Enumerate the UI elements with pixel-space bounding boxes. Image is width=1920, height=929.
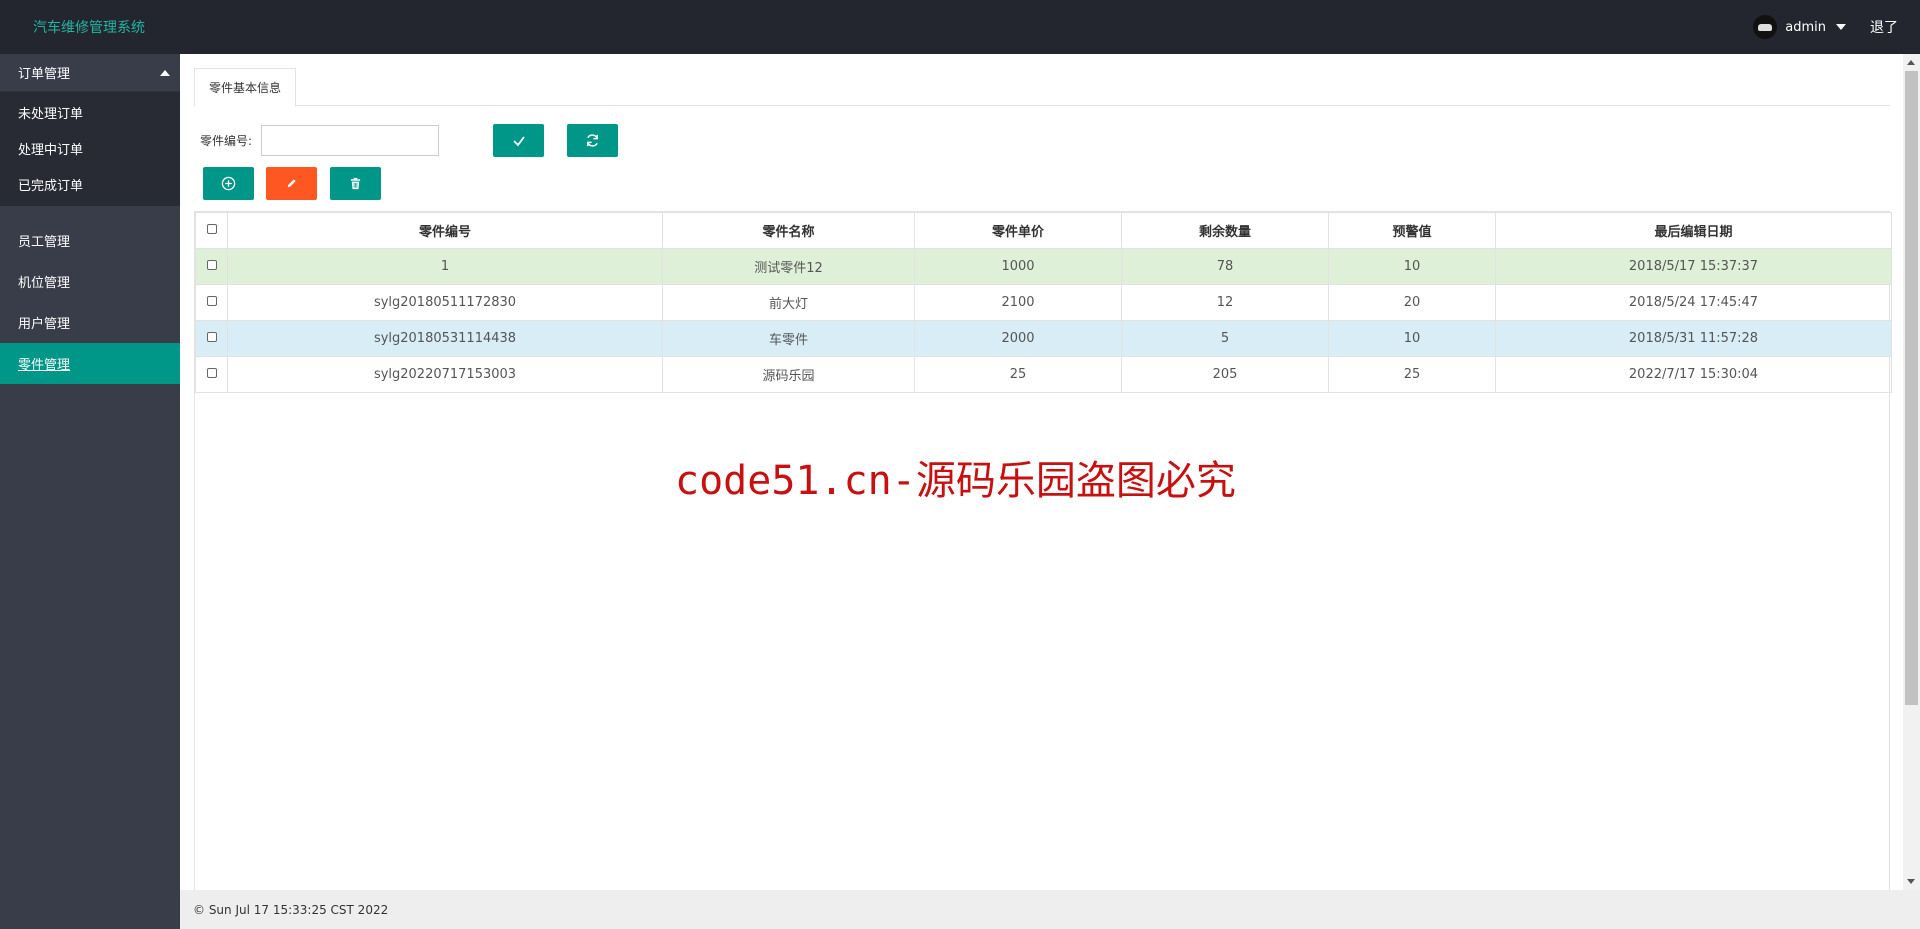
chevron-down-icon[interactable] [1836,24,1846,30]
sidebar-item-workstations[interactable]: 机位管理 [0,261,180,302]
search-label: 零件编号: [200,134,253,148]
refresh-icon [587,134,598,147]
cell-unit-price: 2000 [914,320,1122,357]
cell-last-edited: 2018/5/24 17:45:47 [1495,284,1892,321]
search-row: 零件编号: [200,125,440,156]
cell-last-edited: 2022/7/17 15:30:04 [1495,356,1892,393]
cell-remaining-qty: 78 [1121,248,1329,285]
top-header: 汽车维修管理系统 admin 退了 [0,0,1920,54]
pencil-icon [287,179,296,188]
select-all-checkbox[interactable] [206,224,217,234]
sidebar: 订单管理 未处理订单 处理中订单 已完成订单 员工管理 机位管理 用户管理 零件… [0,54,180,929]
cell-unit-price: 1000 [914,248,1122,285]
table-row[interactable]: sylg20180511172830 前大灯 2100 12 20 2018/5… [195,284,1892,321]
car-icon [1758,23,1773,31]
sidebar-item-employees[interactable]: 员工管理 [0,220,180,261]
delete-button[interactable] [330,167,381,200]
cell-remaining-qty: 5 [1121,320,1329,357]
column-header[interactable]: 最后编辑日期 [1495,212,1892,249]
cell-part-number: sylg20180531114438 [227,320,663,357]
cell-part-name: 源码乐园 [662,356,915,393]
cell-last-edited: 2018/5/31 11:57:28 [1495,320,1892,357]
app-brand-title: 汽车维修管理系统 [33,20,145,36]
parts-table: 零件编号 零件名称 零件单价 剩余数量 预警值 最后编辑日期 1 测试零件12 … [195,212,1892,393]
edit-button[interactable] [266,167,317,200]
row-checkbox[interactable] [206,260,217,270]
column-header[interactable]: 零件名称 [662,212,915,249]
nav-group-order-management[interactable]: 订单管理 [0,54,180,92]
table-row[interactable]: sylg20220717153003 源码乐园 25 205 25 2022/7… [195,356,1892,393]
plus-circle-icon [221,176,236,191]
subnav: 未处理订单 处理中订单 已完成订单 [0,92,180,206]
username[interactable]: admin [1785,20,1826,35]
chevron-up-icon [160,70,170,76]
table-row[interactable]: 1 测试零件12 1000 78 10 2018/5/17 15:37:37 [195,248,1892,285]
watermark-text: code51.cn-源码乐园盗图必究 [675,458,1236,504]
cell-remaining-qty: 12 [1121,284,1329,321]
cell-remaining-qty: 205 [1121,356,1329,393]
cell-warning-value: 20 [1328,284,1496,321]
cell-part-name: 测试零件12 [662,248,915,285]
cell-part-number: 1 [227,248,663,285]
scroll-down-arrow-icon[interactable] [1907,879,1915,884]
vertical-scrollbar[interactable] [1903,54,1920,890]
table-row[interactable]: sylg20180531114438 车零件 2000 5 10 2018/5/… [195,320,1892,357]
scrollbar-thumb[interactable] [1905,71,1918,705]
row-checkbox[interactable] [206,296,217,306]
column-header[interactable]: 零件单价 [914,212,1122,249]
cell-unit-price: 25 [914,356,1122,393]
column-header[interactable]: 预警值 [1328,212,1496,249]
sidebar-item-parts[interactable]: 零件管理 [0,343,180,384]
footer: © Sun Jul 17 15:33:25 CST 2022 [180,890,1920,929]
tab-part-basic-info[interactable]: 零件基本信息 [194,68,297,107]
select-all-cell [195,212,228,249]
sidebar-item-users[interactable]: 用户管理 [0,302,180,343]
trash-icon [350,177,361,190]
cell-part-name: 前大灯 [662,284,915,321]
table-header-row: 零件编号 零件名称 零件单价 剩余数量 预警值 最后编辑日期 [195,212,1892,249]
refresh-button[interactable] [567,124,618,157]
cell-part-number: sylg20220717153003 [227,356,663,393]
check-icon [512,135,525,146]
cell-warning-value: 10 [1328,320,1496,357]
column-header[interactable]: 零件编号 [227,212,663,249]
add-button[interactable] [203,167,254,200]
user-avatar[interactable] [1753,15,1778,39]
scroll-up-arrow-icon[interactable] [1907,60,1915,65]
row-checkbox[interactable] [206,368,217,378]
row-checkbox[interactable] [206,332,217,342]
column-header[interactable]: 剩余数量 [1121,212,1329,249]
cell-last-edited: 2018/5/17 15:37:37 [1495,248,1892,285]
tab-bar: 零件基本信息 [194,68,1890,107]
cell-warning-value: 10 [1328,248,1496,285]
search-confirm-button[interactable] [493,124,544,157]
sidebar-item-processing-orders[interactable]: 处理中订单 [0,130,180,166]
cell-warning-value: 25 [1328,356,1496,393]
cell-part-number: sylg20180511172830 [227,284,663,321]
user-area: admin 退了 [1753,15,1898,39]
cell-unit-price: 2100 [914,284,1122,321]
logout-link[interactable]: 退了 [1870,17,1898,37]
nav-group-label: 订单管理 [18,67,71,82]
footer-text: © Sun Jul 17 15:33:25 CST 2022 [193,902,389,917]
part-number-input[interactable] [261,125,440,156]
parts-table-wrapper: 零件编号 零件名称 零件单价 剩余数量 预警值 最后编辑日期 1 测试零件12 … [194,211,1892,911]
sidebar-item-unprocessed-orders[interactable]: 未处理订单 [0,94,180,130]
sidebar-item-completed-orders[interactable]: 已完成订单 [0,166,180,202]
cell-part-name: 车零件 [662,320,915,357]
